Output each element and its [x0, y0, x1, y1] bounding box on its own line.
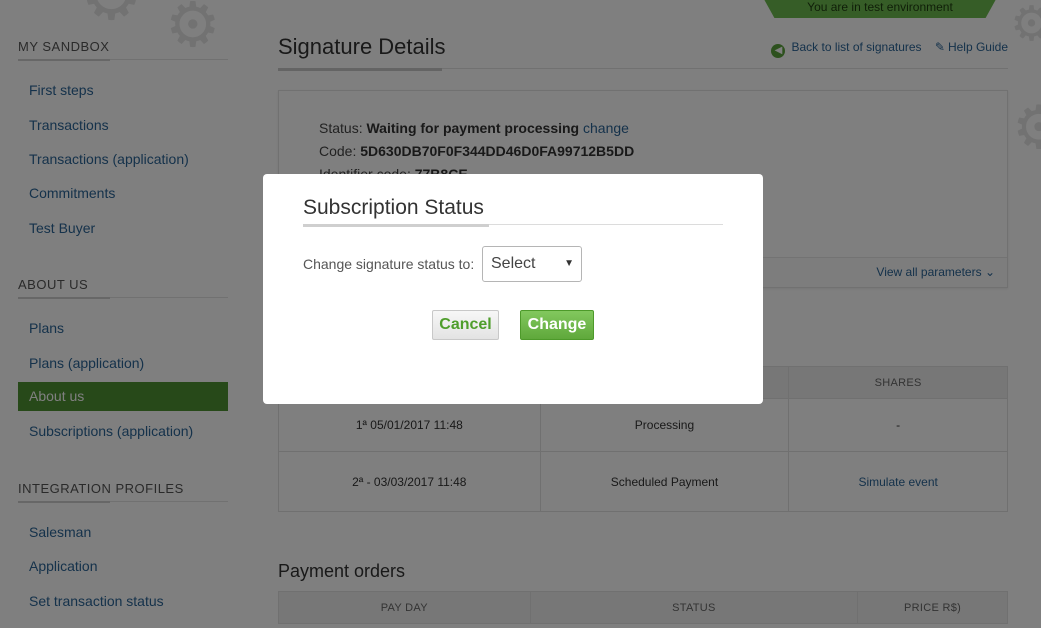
dropdown-arrow-icon: ▼	[564, 258, 574, 269]
status-select-value: Select	[491, 255, 536, 272]
cancel-button[interactable]: Cancel	[432, 310, 499, 340]
status-select-label: Change signature status to:	[303, 256, 475, 272]
divider	[303, 224, 489, 227]
modal-title: Subscription Status	[303, 196, 484, 219]
status-select[interactable]: Select ▼	[482, 246, 582, 282]
change-button[interactable]: Change	[520, 310, 594, 340]
subscription-status-modal: Subscription Status Change signature sta…	[263, 174, 763, 404]
